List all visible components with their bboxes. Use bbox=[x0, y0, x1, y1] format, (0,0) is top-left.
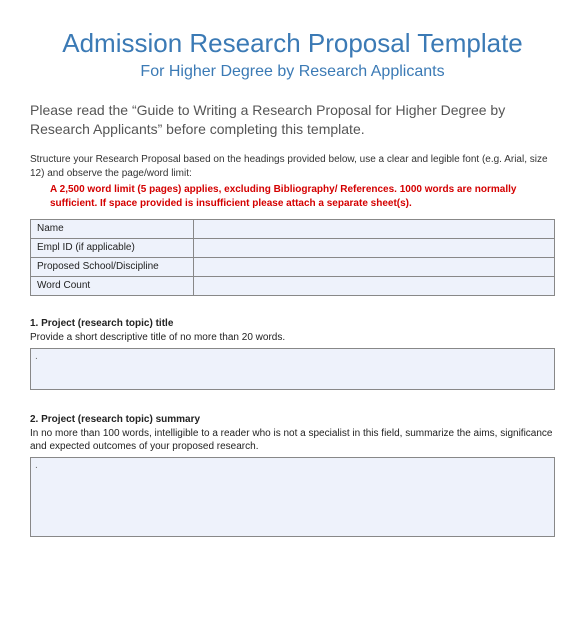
table-value-name[interactable] bbox=[194, 219, 555, 238]
section-2-input[interactable]: . bbox=[30, 457, 555, 537]
table-row: Empl ID (if applicable) bbox=[31, 238, 555, 257]
table-row: Word Count bbox=[31, 276, 555, 295]
table-label-wordcount: Word Count bbox=[31, 276, 194, 295]
table-value-wordcount[interactable] bbox=[194, 276, 555, 295]
structure-note: Structure your Research Proposal based o… bbox=[30, 153, 555, 181]
section-2-heading: 2. Project (research topic) summary bbox=[30, 414, 555, 425]
table-row: Name bbox=[31, 219, 555, 238]
table-value-emplid[interactable] bbox=[194, 238, 555, 257]
section-1-desc: Provide a short descriptive title of no … bbox=[30, 331, 555, 344]
info-table: Name Empl ID (if applicable) Proposed Sc… bbox=[30, 219, 555, 296]
section-2-desc: In no more than 100 words, intelligible … bbox=[30, 427, 555, 453]
table-label-school: Proposed School/Discipline bbox=[31, 257, 194, 276]
section-1-heading: 1. Project (research topic) title bbox=[30, 318, 555, 329]
table-label-emplid: Empl ID (if applicable) bbox=[31, 238, 194, 257]
section-1-input[interactable]: . bbox=[30, 348, 555, 390]
document-page: Admission Research Proposal Template For… bbox=[0, 0, 585, 591]
intro-text: Please read the “Guide to Writing a Rese… bbox=[30, 101, 555, 139]
table-value-school[interactable] bbox=[194, 257, 555, 276]
word-limit-note: A 2,500 word limit (5 pages) applies, ex… bbox=[50, 183, 555, 211]
document-subtitle: For Higher Degree by Research Applicants bbox=[30, 63, 555, 81]
table-row: Proposed School/Discipline bbox=[31, 257, 555, 276]
table-label-name: Name bbox=[31, 219, 194, 238]
document-title: Admission Research Proposal Template bbox=[30, 28, 555, 59]
